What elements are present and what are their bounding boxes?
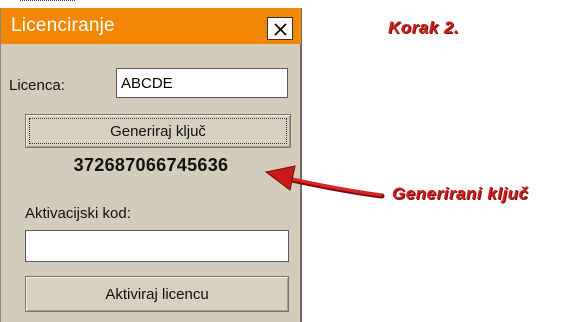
generated-key: 372687066745636 xyxy=(73,155,229,175)
stray-dotted-line xyxy=(20,0,75,4)
license-input[interactable] xyxy=(116,68,288,98)
generate-key-button[interactable]: Generiraj ključ xyxy=(25,114,291,148)
arrow-annotation-label: Generirani ključ xyxy=(392,184,529,203)
step-annotation: Korak 2. xyxy=(388,18,460,37)
activation-code-label: Aktivacijski kod: xyxy=(25,205,131,222)
activation-code-input[interactable] xyxy=(25,230,289,262)
license-dialog: Licenciranje Licenca: Generiraj ključ 37… xyxy=(0,8,302,322)
window-title: Licenciranje xyxy=(11,15,115,36)
title-bar[interactable]: Licenciranje xyxy=(1,8,301,44)
license-label: Licenca: xyxy=(9,77,65,94)
activate-license-button[interactable]: Aktiviraj licencu xyxy=(25,276,289,312)
close-icon xyxy=(274,23,287,36)
close-button[interactable] xyxy=(267,17,293,40)
